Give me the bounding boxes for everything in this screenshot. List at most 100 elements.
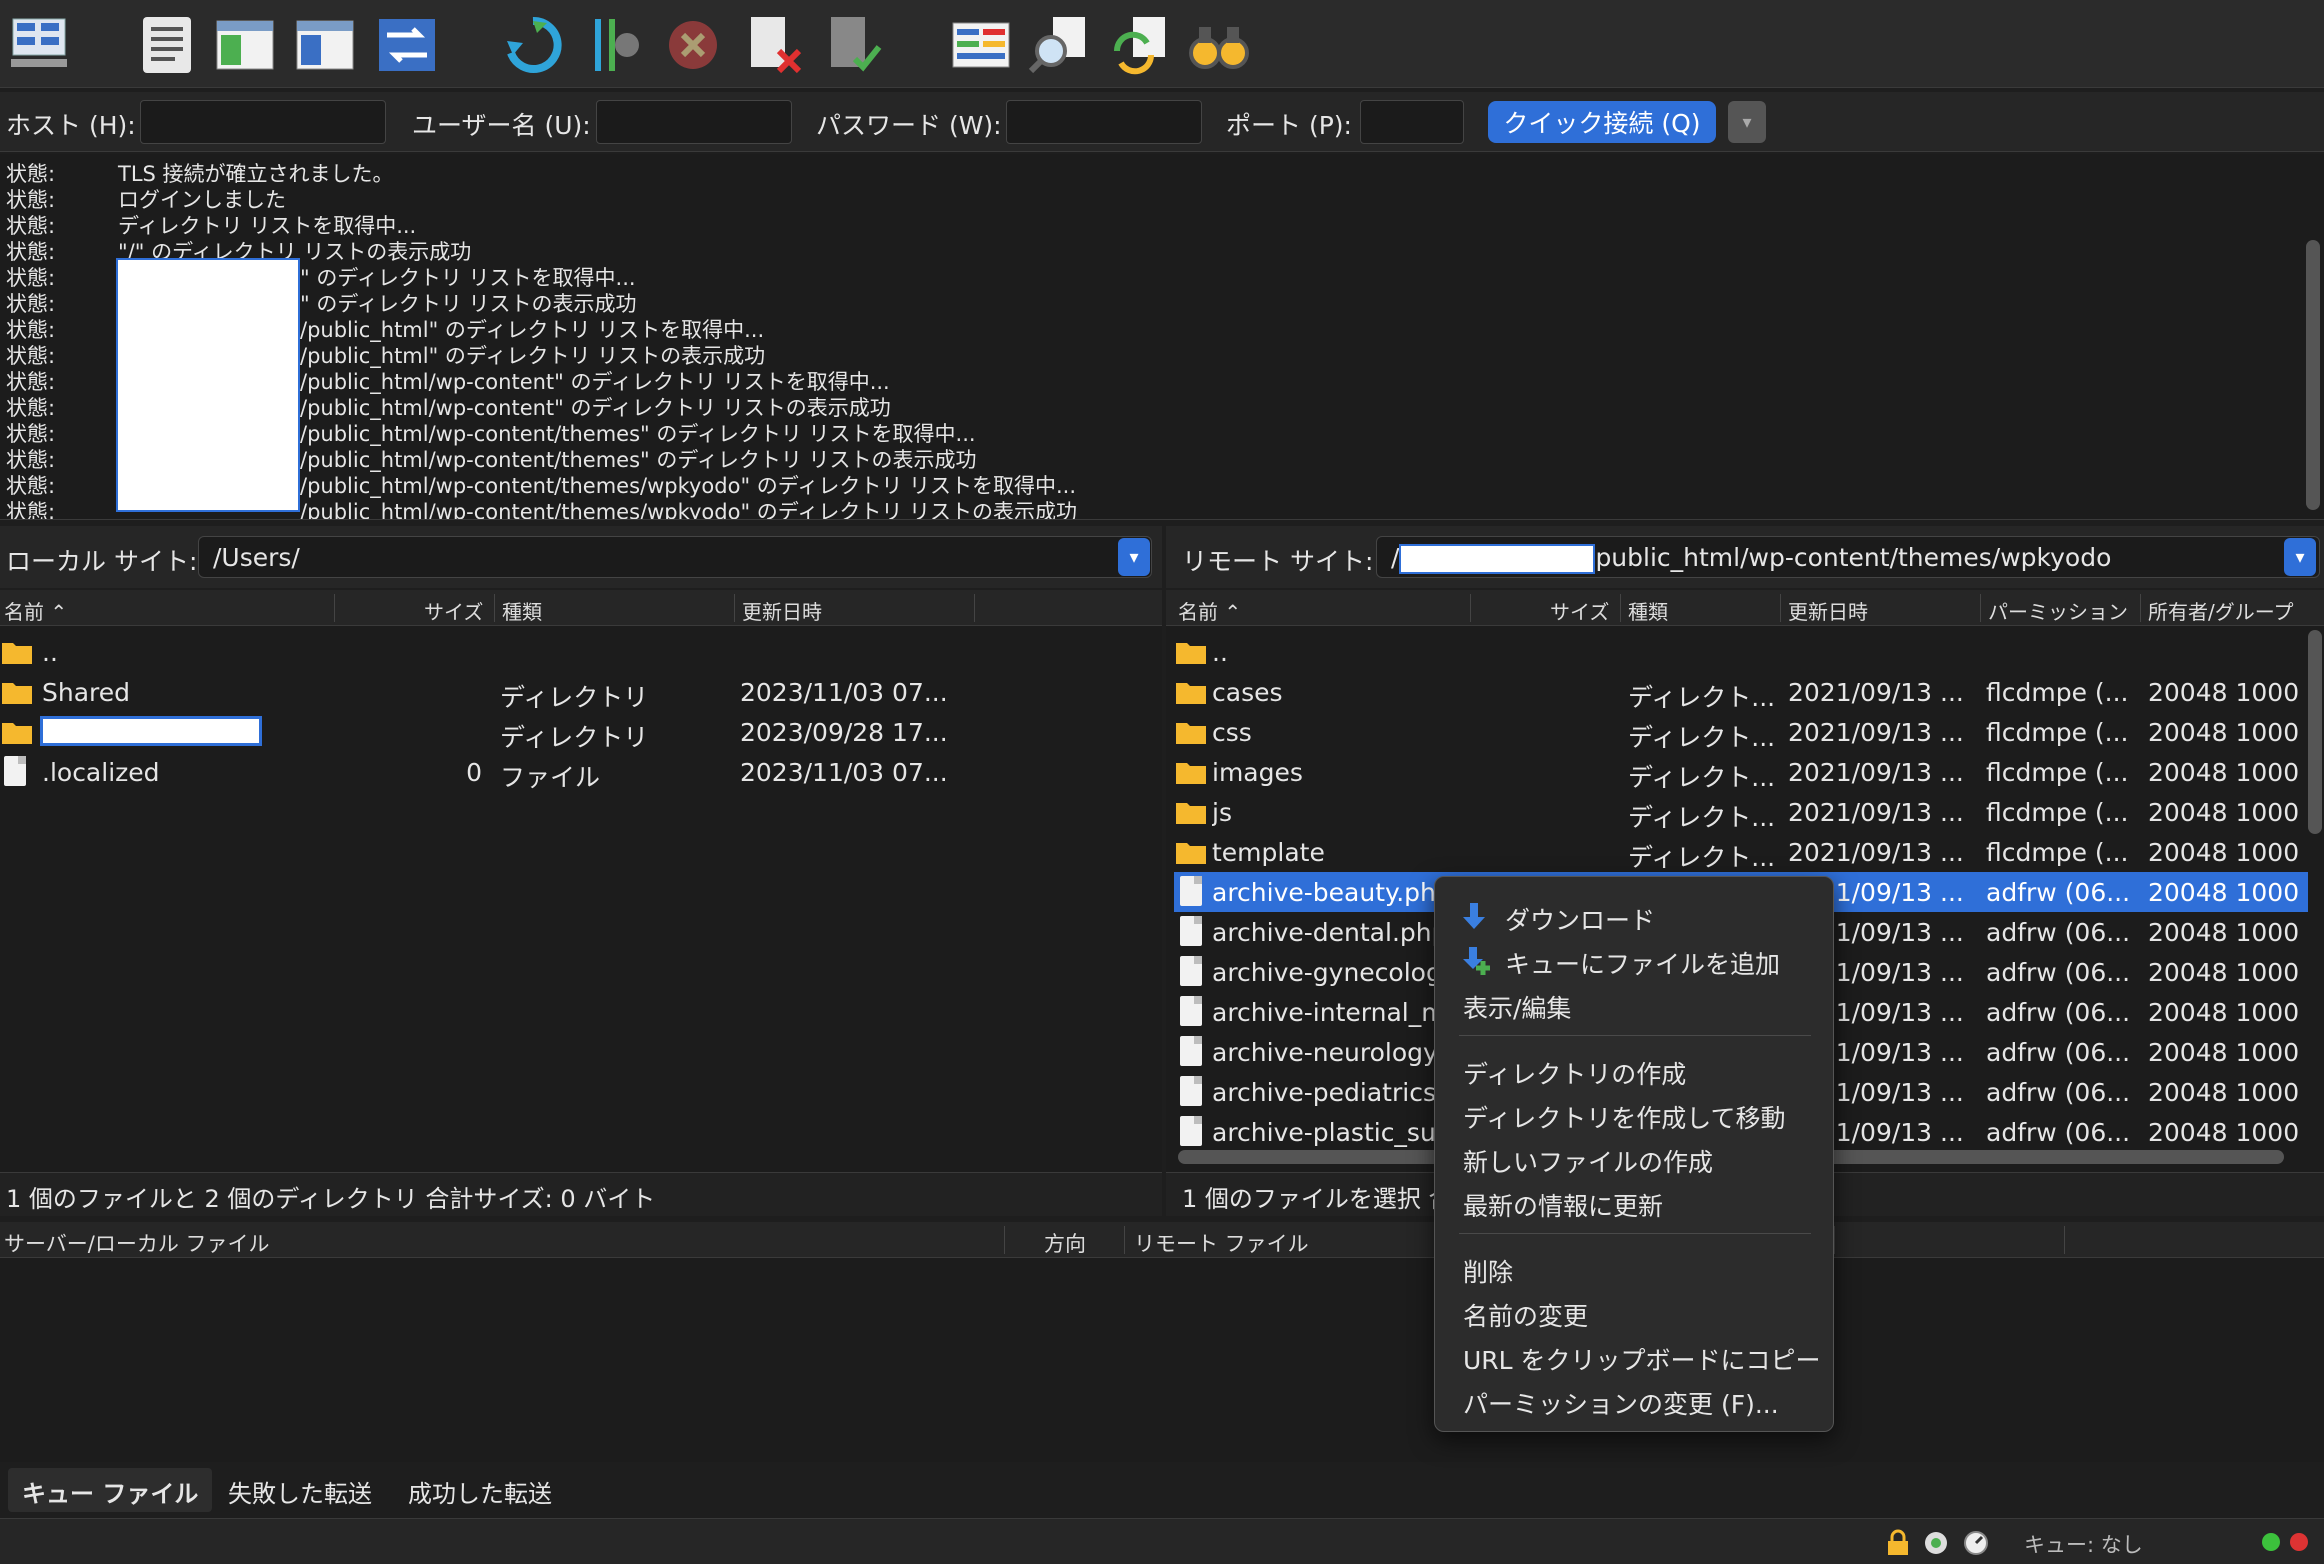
menu-add-to-queue[interactable]: キューにファイルを追加 bbox=[1505, 945, 1780, 981]
remote-path-dropdown[interactable]: ▾ bbox=[2284, 538, 2316, 576]
binoculars-icon[interactable] bbox=[1184, 10, 1254, 80]
disconnect-icon[interactable] bbox=[738, 10, 808, 80]
col-type[interactable]: 種類 bbox=[1628, 596, 1668, 625]
list-item[interactable]: cases ディレクト... 2021/09/13 ... flcdmpe (... 2… bbox=[1174, 672, 2308, 712]
local-tree-icon[interactable] bbox=[210, 10, 280, 80]
local-path-text: /Users/ bbox=[213, 543, 300, 572]
log-row: 状態: /public_html/wp-content/themes/wpkyod… bbox=[0, 496, 2300, 519]
col-size[interactable]: サイズ bbox=[1550, 596, 1609, 625]
file-owner: 20048 1000 bbox=[2148, 918, 2300, 947]
file-permissions: flcdmpe (... bbox=[1986, 758, 2129, 787]
list-item[interactable]: ディレクトリ 2023/09/28 17... bbox=[0, 712, 1162, 752]
remote-list-header: 名前 ⌃ サイズ 種類 更新日時 パーミッション 所有者/グループ bbox=[1166, 590, 2324, 626]
list-item[interactable]: Shared ディレクトリ 2023/11/03 07... bbox=[0, 672, 1162, 712]
folder-icon bbox=[1176, 643, 1206, 664]
col-direction[interactable]: 方向 bbox=[1044, 1228, 1086, 1258]
tab-failed-transfers[interactable]: 失敗した転送 bbox=[214, 1468, 386, 1512]
status-bar: キュー: なし bbox=[0, 1518, 2324, 1564]
col-remote-file[interactable]: リモート ファイル bbox=[1134, 1228, 1309, 1258]
col-type[interactable]: 種類 bbox=[502, 596, 542, 625]
menu-refresh[interactable]: 最新の情報に更新 bbox=[1463, 1187, 1663, 1223]
list-item[interactable]: .. bbox=[1174, 632, 2308, 672]
queue-header: サーバー/ローカル ファイル 方向 リモート ファイル bbox=[0, 1222, 2324, 1258]
file-owner: 20048 1000 bbox=[2148, 1038, 2300, 1067]
site-manager-icon[interactable] bbox=[4, 10, 74, 80]
col-permissions[interactable]: パーミッション bbox=[1988, 596, 2128, 625]
log-row: 状態: ログインしました bbox=[0, 184, 2300, 212]
port-label: ポート (P): bbox=[1226, 111, 1352, 140]
menu-separator bbox=[1459, 1035, 1811, 1036]
folder-icon bbox=[2, 723, 32, 744]
cancel-icon[interactable] bbox=[658, 10, 728, 80]
host-label: ホスト (H): bbox=[6, 111, 136, 140]
file-owner: 20048 1000 bbox=[2148, 998, 2300, 1027]
menu-delete[interactable]: 削除 bbox=[1463, 1253, 1513, 1289]
list-item[interactable]: css ディレクト... 2021/09/13 ... flcdmpe (... 200… bbox=[1174, 712, 2308, 752]
gauge-icon[interactable] bbox=[1962, 1529, 1990, 1557]
list-item[interactable]: js ディレクト... 2021/09/13 ... flcdmpe (... 2004… bbox=[1174, 792, 2308, 832]
local-path-input[interactable]: /Users/ bbox=[198, 536, 1152, 578]
transfer-queue-icon[interactable] bbox=[372, 10, 442, 80]
sync-browse-icon[interactable] bbox=[1104, 10, 1174, 80]
remote-tree-icon[interactable] bbox=[290, 10, 360, 80]
file-name: css bbox=[1212, 718, 1252, 747]
file-icon bbox=[1180, 1076, 1202, 1106]
list-item[interactable]: template ディレクト... 2021/09/13 ... flcdmpe (.… bbox=[1174, 832, 2308, 872]
list-item[interactable]: .. bbox=[0, 632, 1162, 672]
menu-download[interactable]: ダウンロード bbox=[1505, 901, 1655, 937]
menu-create-new-file[interactable]: 新しいファイルの作成 bbox=[1463, 1143, 1713, 1179]
list-item[interactable]: images ディレクト... 2021/09/13 ... flcdmpe (...… bbox=[1174, 752, 2308, 792]
file-modified: 2021/09/13 ... bbox=[1788, 838, 1964, 867]
host-input[interactable] bbox=[140, 100, 386, 144]
password-label: パスワード (W): bbox=[816, 111, 1002, 140]
remote-vscrollbar[interactable] bbox=[2308, 630, 2322, 834]
menu-create-directory[interactable]: ディレクトリの作成 bbox=[1463, 1055, 1686, 1091]
message-log-icon[interactable] bbox=[132, 10, 202, 80]
tab-successful-transfers[interactable]: 成功した転送 bbox=[394, 1468, 566, 1512]
local-site-label: ローカル サイト: bbox=[6, 547, 198, 576]
col-modified[interactable]: 更新日時 bbox=[742, 596, 822, 625]
speed-limit-icon[interactable] bbox=[1922, 1529, 1950, 1557]
quickconnect-history-dropdown[interactable]: ▾ bbox=[1728, 101, 1766, 143]
local-path-dropdown[interactable]: ▾ bbox=[1118, 538, 1150, 576]
col-name[interactable]: 名前 ⌃ bbox=[1178, 596, 1241, 625]
menu-file-permissions[interactable]: パーミッションの変更 (F)... bbox=[1463, 1385, 1779, 1421]
col-size[interactable]: サイズ bbox=[424, 596, 483, 625]
file-modified: 2021/09/13 ... bbox=[1788, 678, 1964, 707]
search-icon[interactable] bbox=[1024, 10, 1094, 80]
remote-path-input[interactable]: / public_html/wp-content/themes/wpkyodo bbox=[1376, 536, 2320, 578]
refresh-icon[interactable] bbox=[498, 10, 568, 80]
file-icon bbox=[1180, 916, 1202, 946]
menu-create-directory-and-enter[interactable]: ディレクトリを作成して移動 bbox=[1463, 1099, 1786, 1135]
lock-icon bbox=[1888, 1529, 1908, 1555]
list-item[interactable]: .localized 0 ファイル 2023/11/03 07... bbox=[0, 752, 1162, 792]
file-permissions: adfrw (06... bbox=[1986, 1038, 2131, 1067]
menu-rename[interactable]: 名前の変更 bbox=[1463, 1297, 1588, 1333]
tab-queued-files[interactable]: キュー ファイル bbox=[8, 1468, 213, 1512]
file-name: Shared bbox=[42, 678, 131, 707]
col-modified[interactable]: 更新日時 bbox=[1788, 596, 1868, 625]
filter-icon[interactable] bbox=[578, 10, 648, 80]
menu-copy-url[interactable]: URL をクリップボードにコピー bbox=[1463, 1341, 1821, 1377]
file-owner: 20048 1000 bbox=[2148, 718, 2300, 747]
username-input[interactable] bbox=[596, 100, 792, 144]
password-input[interactable] bbox=[1006, 100, 1202, 144]
dir-compare-icon[interactable] bbox=[946, 10, 1016, 80]
download-arrow-icon bbox=[1463, 903, 1485, 929]
log-row: 状態:/public_html/wp-content/themes" のディレク… bbox=[0, 418, 2300, 446]
local-list-header: 名前 ⌃ サイズ 種類 更新日時 bbox=[0, 590, 1162, 626]
log-row: 状態: TLS 接続が確立されました。 bbox=[0, 158, 2300, 186]
folder-icon bbox=[1176, 803, 1206, 824]
port-input[interactable] bbox=[1360, 100, 1464, 144]
reconnect-icon[interactable] bbox=[818, 10, 888, 80]
file-permissions: adfrw (06... bbox=[1986, 998, 2131, 1027]
menu-view-edit[interactable]: 表示/編集 bbox=[1463, 989, 1571, 1025]
col-server-local-file[interactable]: サーバー/ローカル ファイル bbox=[4, 1228, 270, 1258]
file-name: images bbox=[1212, 758, 1303, 787]
file-type: ディレクトリ bbox=[500, 723, 649, 752]
quickconnect-button[interactable]: クイック接続 (Q) bbox=[1488, 101, 1716, 143]
file-owner: 20048 1000 bbox=[2148, 958, 2300, 987]
log-scrollbar[interactable] bbox=[2306, 240, 2320, 510]
col-owner[interactable]: 所有者/グループ bbox=[2148, 596, 2294, 625]
col-name[interactable]: 名前 ⌃ bbox=[4, 596, 67, 625]
